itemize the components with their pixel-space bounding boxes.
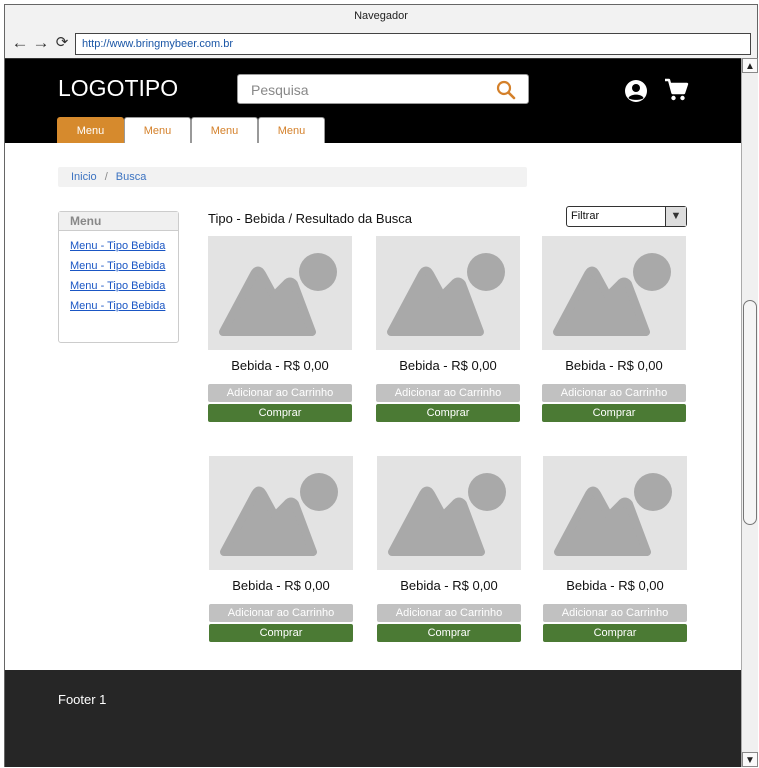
back-arrow-icon[interactable]: ← [11, 33, 29, 53]
sidebar-link[interactable]: Menu - Tipo Bebida [59, 296, 178, 316]
menu-tab-3[interactable]: Menu [191, 117, 258, 143]
add-to-cart-button[interactable]: Adicionar ao Carrinho [542, 384, 686, 402]
menu-tab-1[interactable]: Menu [57, 117, 124, 143]
product-card: Bebida - R$ 0,00 Adicionar ao Carrinho C… [209, 456, 353, 646]
search-icon[interactable] [496, 80, 516, 100]
buy-button[interactable]: Comprar [376, 404, 520, 422]
add-to-cart-button[interactable]: Adicionar ao Carrinho [208, 384, 352, 402]
buy-button[interactable]: Comprar [209, 624, 353, 642]
cart-icon[interactable] [663, 77, 689, 103]
filter-dropdown-icon[interactable]: ▼ [665, 207, 686, 226]
browser-window: Navegador ← → ⟳ http://www.bringmybeer.c… [4, 4, 758, 767]
footer-text: Footer 1 [58, 692, 107, 707]
browser-nav-row: ← → ⟳ http://www.bringmybeer.com.br [5, 27, 757, 59]
results-title: Tipo - Bebida / Resultado da Busca [208, 211, 413, 226]
sidebar-title: Menu [59, 212, 178, 231]
add-to-cart-button[interactable]: Adicionar ao Carrinho [377, 604, 521, 622]
buy-button[interactable]: Comprar [208, 404, 352, 422]
product-price: Bebida - R$ 0,00 [232, 578, 330, 593]
product-price: Bebida - R$ 0,00 [566, 578, 664, 593]
filter-selected: Filtrar [571, 210, 600, 222]
sidebar-link[interactable]: Menu - Tipo Bebida [59, 276, 178, 296]
scroll-up-icon[interactable]: ▲ [742, 58, 758, 73]
sidebar-menu: Menu Menu - Tipo Bebida Menu - Tipo Bebi… [58, 211, 179, 343]
reload-icon[interactable]: ⟳ [53, 33, 71, 53]
buy-button[interactable]: Comprar [542, 404, 686, 422]
buy-button[interactable]: Comprar [377, 624, 521, 642]
menu-tab-2[interactable]: Menu [124, 117, 191, 143]
product-price: Bebida - R$ 0,00 [565, 358, 663, 373]
search-input[interactable]: Pesquisa [237, 74, 529, 104]
product-card: Bebida - R$ 0,00 Adicionar ao Carrinho C… [542, 236, 686, 426]
scroll-down-icon[interactable]: ▼ [742, 752, 758, 767]
product-card: Bebida - R$ 0,00 Adicionar ao Carrinho C… [377, 456, 521, 646]
forward-arrow-icon[interactable]: → [32, 33, 50, 53]
image-placeholder-icon[interactable] [376, 236, 520, 350]
image-placeholder-icon[interactable] [377, 456, 521, 570]
image-placeholder-icon[interactable] [542, 236, 686, 350]
vertical-scrollbar[interactable]: ▲ ▼ [741, 58, 758, 767]
product-card: Bebida - R$ 0,00 Adicionar ao Carrinho C… [208, 236, 352, 426]
product-price: Bebida - R$ 0,00 [399, 358, 497, 373]
add-to-cart-button[interactable]: Adicionar ao Carrinho [543, 604, 687, 622]
window-title: Navegador [354, 10, 408, 22]
filter-select[interactable]: Filtrar ▼ [566, 206, 687, 227]
add-to-cart-button[interactable]: Adicionar ao Carrinho [209, 604, 353, 622]
product-card: Bebida - R$ 0,00 Adicionar ao Carrinho C… [376, 236, 520, 426]
add-to-cart-button[interactable]: Adicionar ao Carrinho [376, 384, 520, 402]
site-footer: Footer 1 [5, 670, 742, 767]
image-placeholder-icon[interactable] [208, 236, 352, 350]
url-bar[interactable]: http://www.bringmybeer.com.br [75, 33, 751, 55]
site-header: LOGOTIPO Pesquisa Menu Menu Menu Menu [5, 59, 742, 143]
user-icon[interactable] [624, 79, 648, 103]
page-viewport: LOGOTIPO Pesquisa Menu Menu Menu Menu In… [5, 58, 742, 767]
breadcrumb: Inicio / Busca [58, 167, 527, 187]
product-price: Bebida - R$ 0,00 [231, 358, 329, 373]
buy-button[interactable]: Comprar [543, 624, 687, 642]
search-placeholder: Pesquisa [251, 82, 309, 98]
product-card: Bebida - R$ 0,00 Adicionar ao Carrinho C… [543, 456, 687, 646]
logo[interactable]: LOGOTIPO [58, 75, 178, 102]
product-price: Bebida - R$ 0,00 [400, 578, 498, 593]
image-placeholder-icon[interactable] [209, 456, 353, 570]
breadcrumb-separator: / [104, 171, 108, 183]
sidebar-link[interactable]: Menu - Tipo Bebida [59, 236, 178, 256]
breadcrumb-current[interactable]: Busca [116, 171, 147, 183]
breadcrumb-home[interactable]: Inicio [71, 171, 97, 183]
scrollbar-thumb[interactable] [743, 300, 757, 525]
menu-tab-4[interactable]: Menu [258, 117, 325, 143]
image-placeholder-icon[interactable] [543, 456, 687, 570]
sidebar-link[interactable]: Menu - Tipo Bebida [59, 256, 178, 276]
